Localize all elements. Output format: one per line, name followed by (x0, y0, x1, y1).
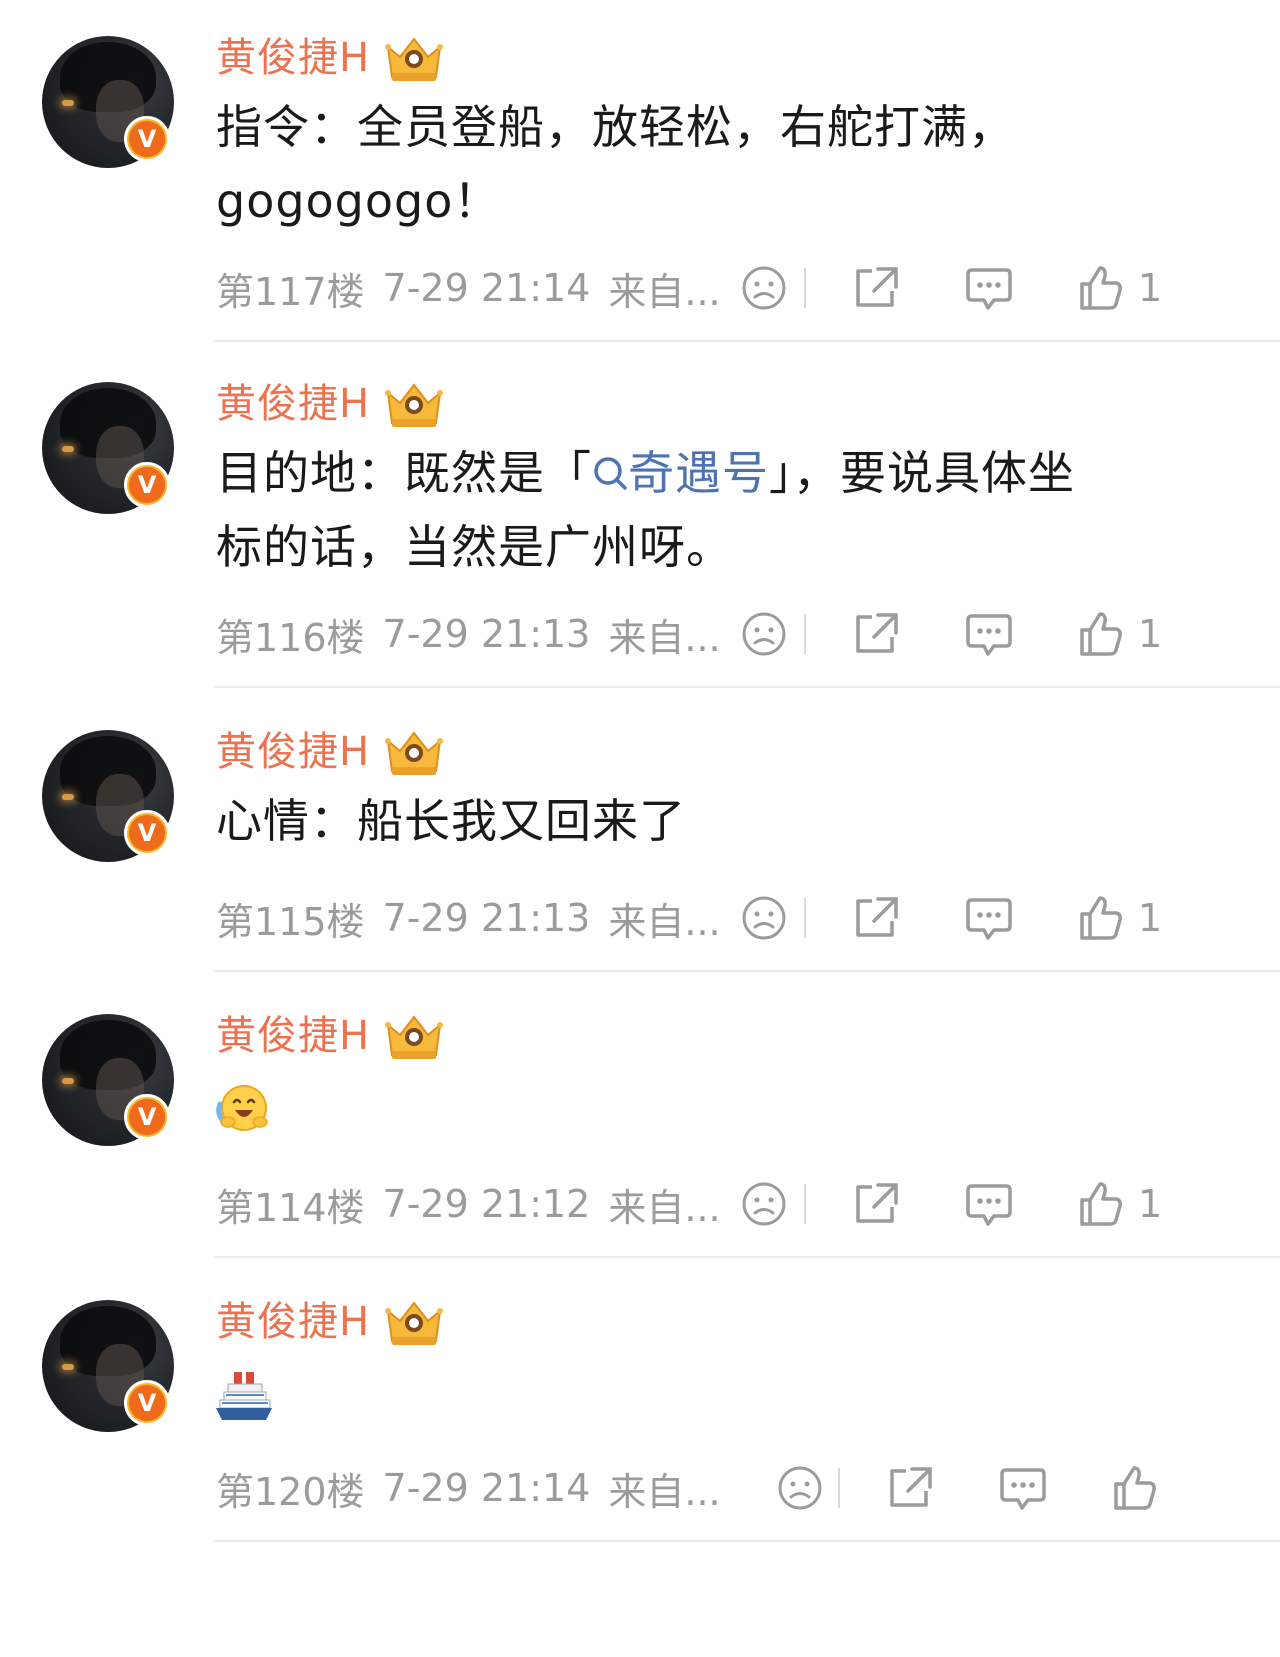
comment-text-line: gogogogo！ (216, 174, 501, 228)
row-divider (214, 686, 1280, 688)
verified-badge: V (124, 462, 170, 508)
share-icon (890, 1467, 932, 1507)
source-label: 来自... (608, 615, 721, 660)
share-button[interactable] (852, 890, 900, 946)
verified-badge: V (124, 1380, 170, 1426)
share-button[interactable] (852, 1176, 900, 1232)
like-count: 1 (1138, 612, 1163, 656)
row-divider (214, 970, 1280, 972)
comment-text-line: 心情：船长我又回来了 (216, 794, 686, 848)
sad-face-icon[interactable] (741, 1181, 787, 1227)
verified-badge: V (124, 810, 170, 856)
row-divider (214, 1256, 1280, 1258)
share-icon (856, 1183, 898, 1223)
comment-icon (966, 898, 1012, 940)
share-button[interactable] (852, 606, 900, 662)
comment-item: V 黄俊捷H 心情：船长我又回来了 第115楼 7-29 21:13 来自...… (0, 694, 1280, 974)
comment-list: V 黄俊捷H 指令：全员登船，放轻松，右舵打满， gogogogo！ 第117楼… (0, 0, 1280, 1657)
source-label: 来自... (608, 1185, 721, 1230)
source-label: 来自... (608, 269, 721, 314)
source-label: 来自... (608, 1469, 721, 1514)
sad-face-icon[interactable] (741, 895, 787, 941)
like-button[interactable]: 1 (1076, 606, 1162, 662)
like-button[interactable] (1110, 1460, 1172, 1516)
divider-vertical (804, 268, 806, 308)
timestamp: 7-29 21:12 (382, 1182, 591, 1226)
comment-text-line: 目的地：既然是「 奇遇号」，要说具体坐 (216, 446, 1075, 500)
thumbs-up-icon (1080, 266, 1122, 310)
reply-button[interactable] (998, 1460, 1048, 1516)
like-count: 1 (1138, 896, 1163, 940)
search-icon (594, 457, 627, 490)
share-icon (856, 267, 898, 307)
reply-button[interactable] (964, 260, 1014, 316)
sad-face-icon[interactable] (741, 611, 787, 657)
username[interactable]: 黄俊捷H (216, 376, 370, 432)
verified-badge: V (124, 116, 170, 162)
hug-laugh-emoji-icon (216, 1085, 268, 1131)
like-count: 1 (1138, 1182, 1163, 1226)
comment-item: V 黄俊捷H 第120楼 7-29 21:14 来自... (0, 1264, 1280, 1564)
reply-button[interactable] (964, 1176, 1014, 1232)
username[interactable]: 黄俊捷H (216, 724, 370, 780)
crown-vip-icon (385, 1301, 444, 1345)
share-button[interactable] (852, 260, 900, 316)
comment-icon (1000, 1468, 1046, 1510)
cruise-ship-icon (216, 1372, 272, 1420)
username[interactable]: 黄俊捷H (216, 1294, 370, 1350)
thumbs-up-icon (1080, 612, 1122, 656)
comment-icon (966, 268, 1012, 310)
comment-icon (966, 1184, 1012, 1226)
row-divider (214, 1540, 1280, 1542)
thumbs-up-icon (1080, 896, 1122, 940)
like-count: 1 (1138, 266, 1163, 310)
thumbs-up-icon (1114, 1466, 1156, 1510)
reply-button[interactable] (964, 890, 1014, 946)
crown-vip-icon (385, 383, 444, 427)
like-button[interactable]: 1 (1076, 1176, 1162, 1232)
divider-vertical (838, 1468, 840, 1508)
floor-number: 第120楼 (216, 1469, 365, 1514)
row-divider (214, 340, 1280, 342)
comment-text-line: 标的话，当然是广州呀。 (216, 520, 733, 574)
sad-face-icon[interactable] (777, 1465, 823, 1511)
share-icon (856, 613, 898, 653)
floor-number: 第115楼 (216, 899, 365, 944)
username[interactable]: 黄俊捷H (216, 30, 370, 86)
crown-vip-icon (385, 37, 444, 81)
timestamp: 7-29 21:13 (382, 896, 591, 940)
floor-number: 第117楼 (216, 269, 365, 314)
thumbs-up-icon (1080, 1182, 1122, 1226)
username[interactable]: 黄俊捷H (216, 1008, 370, 1064)
divider-vertical (804, 898, 806, 938)
share-button[interactable] (886, 1460, 934, 1516)
crown-vip-icon (385, 1015, 444, 1059)
floor-number: 第116楼 (216, 615, 365, 660)
timestamp: 7-29 21:13 (382, 612, 591, 656)
sad-face-icon[interactable] (741, 265, 787, 311)
like-button[interactable]: 1 (1076, 260, 1162, 316)
divider-vertical (804, 1184, 806, 1224)
comment-icon (966, 614, 1012, 656)
timestamp: 7-29 21:14 (382, 266, 591, 310)
verified-badge: V (124, 1094, 170, 1140)
share-icon (856, 897, 898, 937)
timestamp: 7-29 21:14 (382, 1466, 591, 1510)
like-button[interactable]: 1 (1076, 890, 1162, 946)
crown-vip-icon (385, 731, 444, 775)
source-label: 来自... (608, 899, 721, 944)
divider-vertical (804, 614, 806, 654)
comment-item: V 黄俊捷H 第114楼 7-29 21:12 来自... 1 (0, 978, 1280, 1262)
comment-text-line: 指令：全员登船，放轻松，右舵打满， (216, 100, 1015, 154)
topic-link[interactable]: 奇遇号 (592, 446, 769, 500)
reply-button[interactable] (964, 606, 1014, 662)
comment-item: V 黄俊捷H 指令：全员登船，放轻松，右舵打满， gogogogo！ 第117楼… (0, 0, 1280, 342)
floor-number: 第114楼 (216, 1185, 365, 1230)
comment-item: V 黄俊捷H 目的地：既然是「 奇遇号」，要说具体坐 标的话，当然是广州呀。 第1… (0, 346, 1280, 688)
